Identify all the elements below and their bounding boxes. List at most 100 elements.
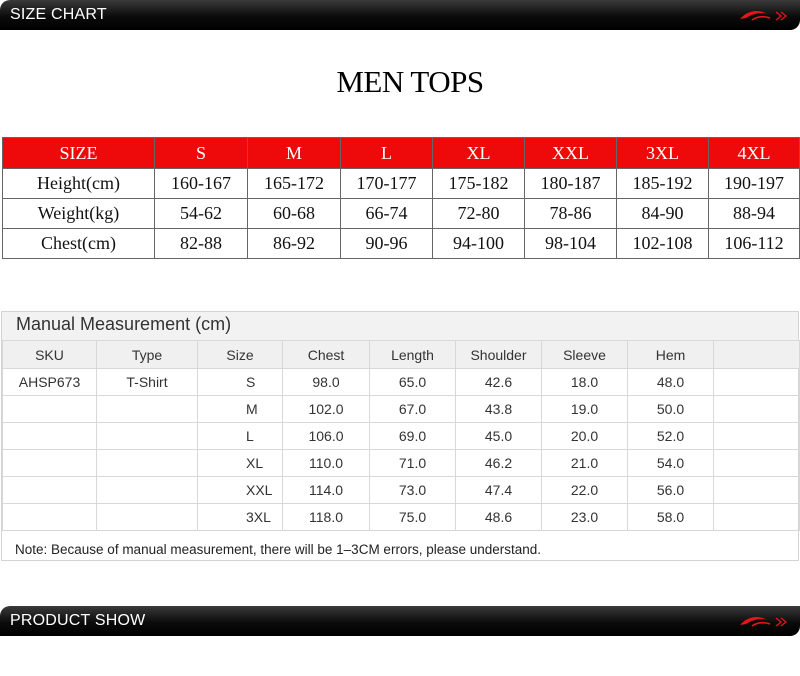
- sleeve-cell: 23.0: [541, 503, 628, 531]
- sku-cell: AHSP673: [2, 368, 97, 396]
- header-cell: L: [340, 137, 433, 169]
- brand-logo-icon: [740, 617, 788, 627]
- manual-measurement-title: Manual Measurement (cm): [16, 314, 232, 334]
- header-cell: [713, 340, 800, 369]
- header-cell: Sleeve: [541, 340, 628, 369]
- table-cell: 106-112: [708, 228, 800, 259]
- header-cell: Chest: [282, 340, 370, 369]
- chest-cell: 98.0: [282, 368, 370, 396]
- manual-header-row: SKU Type Size Chest Length Shoulder Slee…: [2, 340, 800, 369]
- size-chart-table: SIZE S M L XL XXL 3XL 4XL Height(cm) 160…: [2, 137, 800, 259]
- chest-cell: 114.0: [282, 476, 370, 504]
- type-cell: [96, 449, 198, 477]
- row-label: Chest(cm): [2, 228, 155, 259]
- header-cell: Shoulder: [455, 340, 542, 369]
- header-cell: S: [154, 137, 248, 169]
- table-cell: 94-100: [432, 228, 525, 259]
- header-cell: Type: [96, 340, 198, 369]
- size-cell: XXL: [197, 476, 283, 504]
- table-cell: 86-92: [247, 228, 341, 259]
- table-cell: 102-108: [616, 228, 709, 259]
- size-cell: 3XL: [197, 503, 283, 531]
- page-title: MEN TOPS: [336, 64, 484, 99]
- hem-cell: 50.0: [627, 395, 714, 423]
- chest-cell: 102.0: [282, 395, 370, 423]
- sleeve-cell: 18.0: [541, 368, 628, 396]
- chest-cell: 118.0: [282, 503, 370, 531]
- banner-title: SIZE CHART: [10, 6, 107, 23]
- length-cell: 69.0: [369, 422, 456, 450]
- type-cell: [96, 503, 198, 531]
- banner-title: PRODUCT SHOW: [10, 612, 146, 629]
- table-cell: 170-177: [340, 168, 433, 199]
- table-cell: 84-90: [616, 198, 709, 229]
- table-cell: 82-88: [154, 228, 248, 259]
- empty-cell: [713, 422, 800, 450]
- measurement-note: Note: Because of manual measurement, the…: [15, 542, 542, 557]
- size-cell: L: [197, 422, 283, 450]
- chest-cell: 110.0: [282, 449, 370, 477]
- table-cell: 88-94: [708, 198, 800, 229]
- header-cell: SKU: [2, 340, 97, 369]
- brand-logo-icon: [740, 11, 788, 21]
- table-cell: 54-62: [154, 198, 248, 229]
- manual-measurement-table: SKU Type Size Chest Length Shoulder Slee…: [2, 340, 800, 531]
- size-chart-banner: SIZE CHART: [0, 0, 800, 30]
- length-cell: 75.0: [369, 503, 456, 531]
- sku-cell: [2, 503, 97, 531]
- size-chart-header-row: SIZE S M L XL XXL 3XL 4XL: [2, 137, 800, 169]
- hem-cell: 52.0: [627, 422, 714, 450]
- product-show-banner: PRODUCT SHOW: [0, 606, 800, 636]
- shoulder-cell: 47.4: [455, 476, 542, 504]
- type-cell: [96, 395, 198, 423]
- table-cell: 78-86: [524, 198, 617, 229]
- header-cell: M: [247, 137, 341, 169]
- header-cell: 3XL: [616, 137, 709, 169]
- table-row: XL 110.0 71.0 46.2 21.0 54.0: [2, 449, 800, 477]
- type-cell: T-Shirt: [96, 368, 198, 396]
- table-row: AHSP673 T-Shirt S 98.0 65.0 42.6 18.0 48…: [2, 368, 800, 396]
- sleeve-cell: 22.0: [541, 476, 628, 504]
- sku-cell: [2, 449, 97, 477]
- shoulder-cell: 46.2: [455, 449, 542, 477]
- header-cell: Size: [197, 340, 283, 369]
- table-row: M 102.0 67.0 43.8 19.0 50.0: [2, 395, 800, 423]
- empty-cell: [713, 503, 800, 531]
- hem-cell: 48.0: [627, 368, 714, 396]
- empty-cell: [713, 449, 800, 477]
- hem-cell: 56.0: [627, 476, 714, 504]
- table-cell: 60-68: [247, 198, 341, 229]
- hem-cell: 54.0: [627, 449, 714, 477]
- empty-cell: [713, 476, 800, 504]
- empty-cell: [713, 368, 800, 396]
- length-cell: 67.0: [369, 395, 456, 423]
- table-cell: 185-192: [616, 168, 709, 199]
- sleeve-cell: 19.0: [541, 395, 628, 423]
- sleeve-cell: 21.0: [541, 449, 628, 477]
- header-cell: Length: [369, 340, 456, 369]
- chest-cell: 106.0: [282, 422, 370, 450]
- type-cell: [96, 476, 198, 504]
- header-cell: XXL: [524, 137, 617, 169]
- table-cell: 165-172: [247, 168, 341, 199]
- table-cell: 175-182: [432, 168, 525, 199]
- sku-cell: [2, 476, 97, 504]
- table-cell: 66-74: [340, 198, 433, 229]
- hem-cell: 58.0: [627, 503, 714, 531]
- sku-cell: [2, 395, 97, 423]
- size-cell: M: [197, 395, 283, 423]
- table-row: Height(cm) 160-167 165-172 170-177 175-1…: [2, 168, 800, 199]
- size-cell: S: [197, 368, 283, 396]
- manual-measurement-panel: Manual Measurement (cm) SKU Type Size Ch…: [1, 311, 800, 561]
- sleeve-cell: 20.0: [541, 422, 628, 450]
- length-cell: 73.0: [369, 476, 456, 504]
- shoulder-cell: 48.6: [455, 503, 542, 531]
- row-label: Weight(kg): [2, 198, 155, 229]
- table-row: L 106.0 69.0 45.0 20.0 52.0: [2, 422, 800, 450]
- size-cell: XL: [197, 449, 283, 477]
- header-cell: Hem: [627, 340, 714, 369]
- table-cell: 190-197: [708, 168, 800, 199]
- table-cell: 180-187: [524, 168, 617, 199]
- length-cell: 65.0: [369, 368, 456, 396]
- table-row: Chest(cm) 82-88 86-92 90-96 94-100 98-10…: [2, 228, 800, 259]
